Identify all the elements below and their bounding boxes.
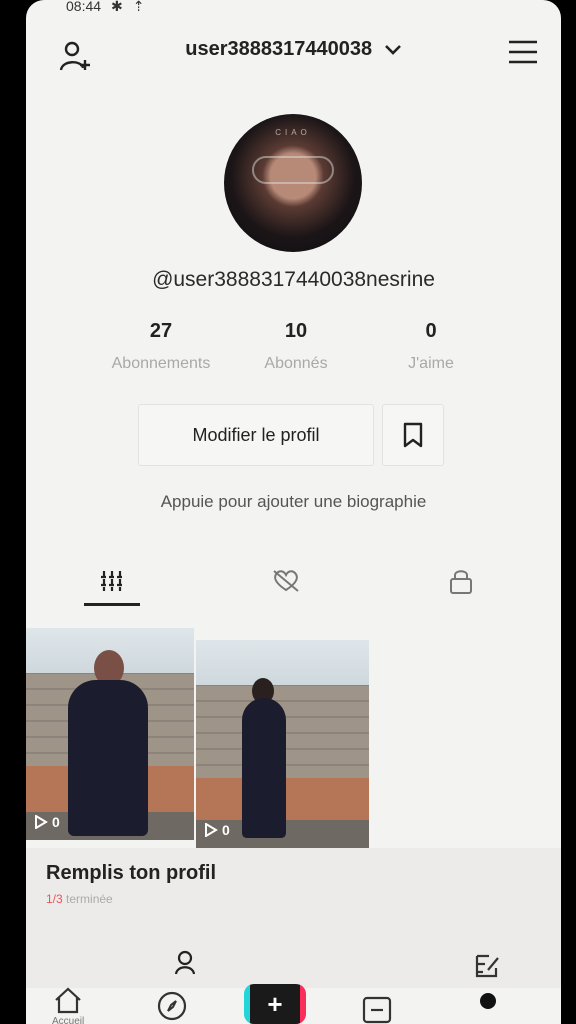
compass-icon bbox=[157, 991, 187, 1021]
video-thumbnail[interactable]: 0 bbox=[196, 640, 369, 848]
lock-icon bbox=[450, 570, 472, 594]
view-count-value: 0 bbox=[52, 814, 60, 830]
stat-likes-label: J'aime bbox=[408, 355, 454, 372]
tab-liked[interactable] bbox=[266, 566, 306, 596]
nav-discover[interactable] bbox=[156, 990, 188, 1022]
notification-status-icon: ⇡ bbox=[132, 0, 145, 14]
view-count-value: 0 bbox=[222, 822, 230, 838]
header-username: user3888317440038 bbox=[185, 38, 373, 60]
stat-likes-count: 0 bbox=[425, 320, 437, 342]
edit-icon bbox=[475, 954, 499, 978]
account-switcher[interactable]: user3888317440038 bbox=[26, 38, 561, 61]
avatar-photo-detail bbox=[252, 156, 334, 184]
status-time: 08:44 bbox=[66, 0, 102, 14]
avatar[interactable]: CIAO bbox=[224, 114, 362, 252]
nav-profile[interactable] bbox=[474, 952, 502, 1010]
inbox-icon bbox=[362, 996, 392, 1024]
tab-private[interactable] bbox=[441, 566, 481, 596]
status-bar: 08:44 ✱ ⇡ bbox=[66, 0, 541, 16]
profile-actions: Modifier le profil bbox=[138, 404, 444, 466]
complete-profile-progress: 1/3 terminée bbox=[46, 892, 113, 906]
stat-following-label: Abonnements bbox=[111, 355, 211, 372]
bottom-nav: Accueil + bbox=[26, 954, 561, 1024]
chevron-down-icon bbox=[384, 44, 401, 55]
active-tab-indicator bbox=[84, 603, 140, 606]
tab-videos[interactable] bbox=[92, 566, 132, 596]
stat-followers-label: Abonnés bbox=[264, 355, 328, 372]
profile-handle: @user3888317440038nesrine bbox=[152, 268, 435, 291]
profile-icon bbox=[480, 993, 496, 1009]
nav-home[interactable]: Accueil bbox=[52, 986, 84, 1024]
content-tabs bbox=[26, 560, 561, 610]
stat-followers[interactable]: 10 Abonnés bbox=[231, 320, 361, 373]
stat-following[interactable]: 27 Abonnements bbox=[96, 320, 226, 373]
create-button[interactable]: + bbox=[244, 984, 306, 1024]
view-count: 0 bbox=[204, 822, 230, 838]
stat-likes[interactable]: 0 J'aime bbox=[366, 320, 496, 373]
video-thumbnail[interactable]: 0 bbox=[26, 628, 194, 840]
nav-home-label: Accueil bbox=[52, 1016, 85, 1024]
profile-stats: 27 Abonnements 10 Abonnés 0 J'aime bbox=[96, 320, 496, 373]
stat-followers-count: 10 bbox=[284, 320, 308, 342]
play-icon bbox=[35, 815, 48, 829]
bio-placeholder[interactable]: Appuie pour ajouter une biographie bbox=[26, 492, 561, 512]
complete-profile-title: Remplis ton profil bbox=[46, 862, 216, 884]
profile-screen: 08:44 ✱ ⇡ user3888317440038 CIAO @user38… bbox=[26, 0, 561, 1024]
bookmark-icon bbox=[403, 422, 423, 448]
top-bar: user3888317440038 bbox=[26, 30, 561, 74]
progress-count: 1/3 bbox=[46, 892, 63, 906]
edit-profile-button[interactable]: Modifier le profil bbox=[138, 404, 374, 466]
progress-suffix: terminée bbox=[66, 892, 113, 906]
nav-inbox[interactable] bbox=[362, 996, 392, 1024]
stat-following-count: 27 bbox=[149, 320, 173, 342]
play-icon bbox=[205, 823, 218, 837]
view-count: 0 bbox=[34, 814, 60, 830]
settings-status-icon: ✱ bbox=[111, 0, 123, 14]
menu-icon[interactable] bbox=[507, 38, 539, 66]
favorites-button[interactable] bbox=[382, 404, 444, 466]
plus-icon: + bbox=[267, 988, 283, 1019]
avatar-caption: CIAO bbox=[275, 128, 311, 137]
video-grid: 0 0 bbox=[26, 628, 371, 848]
liked-hidden-icon bbox=[273, 570, 299, 592]
grid-icon bbox=[101, 571, 123, 591]
home-icon bbox=[55, 987, 81, 1014]
